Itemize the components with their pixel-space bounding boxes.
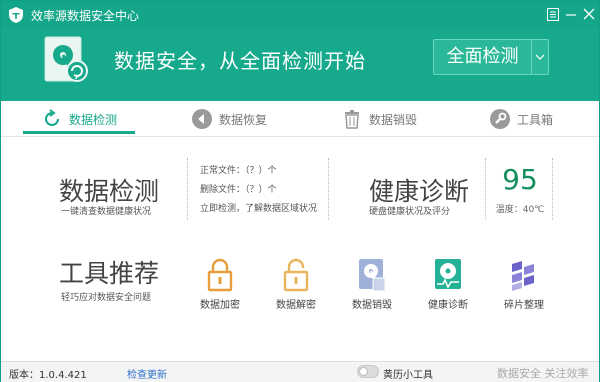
lock-open-icon bbox=[283, 258, 309, 292]
detect-now-link[interactable]: 立即检测，了解数据区域状况 bbox=[200, 201, 317, 214]
minimize-icon bbox=[566, 14, 576, 16]
tab-bar: 数据检测 数据恢复 数据销毁 工具箱 bbox=[1, 101, 599, 137]
detect-info-box: 正常文件：（？）个 删除文件：（？）个 立即检测，了解数据区域状况 bbox=[187, 158, 329, 220]
calendar-tool-toggle[interactable] bbox=[357, 365, 379, 378]
close-button[interactable] bbox=[579, 5, 599, 23]
banner-slogan: 数据安全，从全面检测开始 bbox=[114, 49, 366, 73]
menu-icon bbox=[547, 7, 559, 21]
normal-files-line: 正常文件：（？）个 bbox=[200, 166, 277, 176]
calendar-tool-label: 黄历小工具 bbox=[383, 370, 433, 381]
minimize-button[interactable] bbox=[561, 5, 581, 23]
toggle-knob bbox=[359, 367, 368, 376]
tool-encrypt[interactable]: 数据加密 bbox=[190, 258, 250, 312]
full-scan-button[interactable]: 全面检测 bbox=[433, 39, 549, 75]
tools-title: 工具推荐 bbox=[59, 259, 160, 288]
back-arrow-icon bbox=[192, 109, 212, 129]
header-banner: 数据安全，从全面检测开始 全面检测 bbox=[1, 29, 599, 101]
window-title: 效率源数据安全中心 bbox=[31, 9, 140, 23]
deleted-files-line: 删除文件：（？）个 bbox=[200, 185, 277, 195]
tool-label: 数据销毁 bbox=[352, 300, 392, 311]
disk-temperature: 温度：40℃ bbox=[495, 205, 545, 215]
tab-data-recovery[interactable]: 数据恢复 bbox=[191, 101, 267, 137]
disk-health-icon bbox=[435, 259, 461, 289]
tool-defrag[interactable]: 碎片整理 bbox=[494, 258, 554, 312]
health-subtitle: 硬盘健康状况及评分 bbox=[369, 207, 451, 217]
menu-button[interactable] bbox=[543, 5, 563, 23]
tool-label: 数据解密 bbox=[276, 300, 316, 311]
tab-toolbox[interactable]: 工具箱 bbox=[489, 101, 553, 137]
hard-disk-scan-icon bbox=[44, 36, 88, 82]
footer-slogan: 数据安全 关注效率源 bbox=[497, 367, 589, 380]
status-bar: 版本：1.0.4.421 检查更新 黄历小工具 数据安全 关注效率源 bbox=[1, 361, 599, 382]
detect-title: 数据检测 bbox=[59, 177, 160, 206]
version-label: 版本：1.0.4.421 bbox=[9, 370, 87, 381]
close-icon bbox=[583, 8, 595, 20]
app-logo-icon bbox=[9, 7, 23, 23]
health-score-box: 95 温度：40℃ bbox=[485, 158, 553, 220]
detect-subtitle: 一键清查数据健康状况 bbox=[61, 207, 152, 217]
title-bar: 效率源数据安全中心 bbox=[1, 1, 599, 29]
app-window: 效率源数据安全中心 数据安全，从全面检测开始 全面检测 数据检测 数据恢复 数据… bbox=[0, 0, 600, 382]
lock-closed-icon bbox=[207, 258, 233, 292]
tab-data-destroy[interactable]: 数据销毁 bbox=[341, 101, 417, 137]
main-panel: 数据检测 一键清查数据健康状况 正常文件：（？）个 删除文件：（？）个 立即检测… bbox=[1, 138, 599, 361]
health-score: 95 bbox=[502, 163, 538, 196]
tools-subtitle: 轻巧应对数据安全问题 bbox=[61, 293, 152, 303]
tool-health[interactable]: 健康诊断 bbox=[418, 258, 478, 312]
health-title: 健康诊断 bbox=[369, 177, 470, 206]
trash-icon bbox=[345, 110, 359, 129]
check-update-link[interactable]: 检查更新 bbox=[127, 366, 167, 381]
tool-label: 健康诊断 bbox=[428, 300, 468, 311]
tool-label: 碎片整理 bbox=[504, 300, 544, 311]
wrench-icon bbox=[490, 109, 510, 129]
tab-label: 数据恢复 bbox=[219, 112, 268, 127]
defrag-icon bbox=[512, 261, 534, 291]
tab-label: 工具箱 bbox=[517, 112, 554, 127]
tool-destroy[interactable]: 数据销毁 bbox=[342, 258, 402, 312]
tool-decrypt[interactable]: 数据解密 bbox=[266, 258, 326, 312]
disk-shred-icon bbox=[359, 259, 386, 292]
active-tab-indicator bbox=[23, 131, 135, 134]
full-scan-dropdown[interactable] bbox=[532, 40, 548, 74]
tab-label: 数据检测 bbox=[69, 112, 118, 127]
tab-label: 数据销毁 bbox=[369, 112, 418, 127]
tool-label: 数据加密 bbox=[200, 300, 240, 311]
refresh-icon bbox=[45, 109, 59, 126]
full-scan-label[interactable]: 全面检测 bbox=[434, 40, 532, 74]
chevron-down-icon bbox=[535, 54, 545, 60]
